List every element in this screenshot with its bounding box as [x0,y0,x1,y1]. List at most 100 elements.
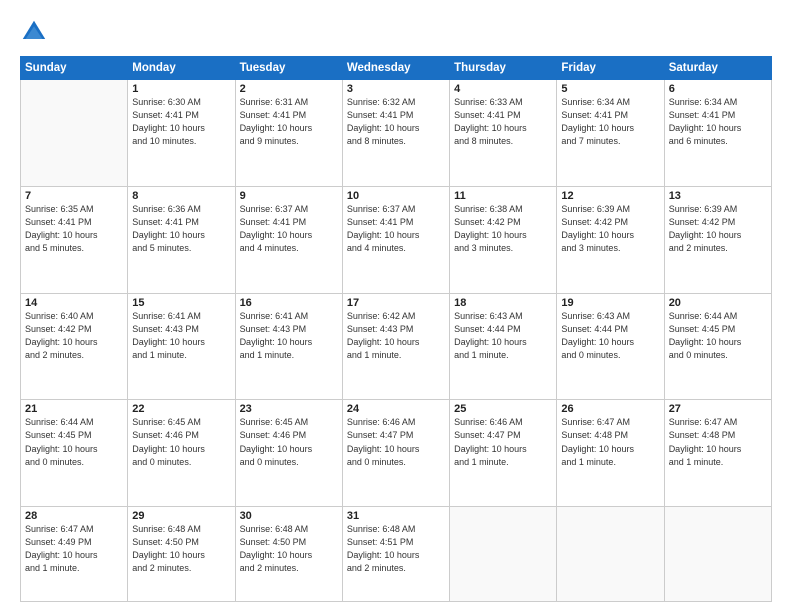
header-row: Sunday Monday Tuesday Wednesday Thursday… [21,57,772,80]
calendar-body: 1Sunrise: 6:30 AMSunset: 4:41 PMDaylight… [21,80,772,602]
calendar-cell: 5Sunrise: 6:34 AMSunset: 4:41 PMDaylight… [557,80,664,187]
calendar-cell: 8Sunrise: 6:36 AMSunset: 4:41 PMDaylight… [128,186,235,293]
col-thursday: Thursday [450,57,557,80]
day-number: 4 [454,83,552,95]
calendar-cell: 7Sunrise: 6:35 AMSunset: 4:41 PMDaylight… [21,186,128,293]
calendar-cell: 15Sunrise: 6:41 AMSunset: 4:43 PMDayligh… [128,293,235,400]
day-info: Sunrise: 6:48 AMSunset: 4:50 PMDaylight:… [240,523,338,575]
day-number: 5 [561,83,659,95]
calendar-cell: 26Sunrise: 6:47 AMSunset: 4:48 PMDayligh… [557,400,664,507]
col-saturday: Saturday [664,57,771,80]
day-info: Sunrise: 6:46 AMSunset: 4:47 PMDaylight:… [347,416,445,468]
calendar-cell: 22Sunrise: 6:45 AMSunset: 4:46 PMDayligh… [128,400,235,507]
calendar-cell: 11Sunrise: 6:38 AMSunset: 4:42 PMDayligh… [450,186,557,293]
day-number: 11 [454,190,552,202]
calendar-cell: 4Sunrise: 6:33 AMSunset: 4:41 PMDaylight… [450,80,557,187]
col-sunday: Sunday [21,57,128,80]
day-number: 18 [454,297,552,309]
day-info: Sunrise: 6:32 AMSunset: 4:41 PMDaylight:… [347,96,445,148]
day-info: Sunrise: 6:37 AMSunset: 4:41 PMDaylight:… [347,203,445,255]
calendar-cell: 31Sunrise: 6:48 AMSunset: 4:51 PMDayligh… [342,507,449,602]
logo-icon [20,18,48,46]
day-info: Sunrise: 6:43 AMSunset: 4:44 PMDaylight:… [454,310,552,362]
logo [20,18,50,46]
day-info: Sunrise: 6:48 AMSunset: 4:50 PMDaylight:… [132,523,230,575]
day-number: 30 [240,510,338,522]
day-number: 22 [132,403,230,415]
page: Sunday Monday Tuesday Wednesday Thursday… [0,0,792,612]
day-info: Sunrise: 6:34 AMSunset: 4:41 PMDaylight:… [561,96,659,148]
calendar-header: Sunday Monday Tuesday Wednesday Thursday… [21,57,772,80]
calendar-cell: 25Sunrise: 6:46 AMSunset: 4:47 PMDayligh… [450,400,557,507]
day-info: Sunrise: 6:44 AMSunset: 4:45 PMDaylight:… [669,310,767,362]
day-number: 10 [347,190,445,202]
calendar-cell: 3Sunrise: 6:32 AMSunset: 4:41 PMDaylight… [342,80,449,187]
day-number: 25 [454,403,552,415]
calendar-cell: 2Sunrise: 6:31 AMSunset: 4:41 PMDaylight… [235,80,342,187]
day-number: 1 [132,83,230,95]
day-number: 15 [132,297,230,309]
day-info: Sunrise: 6:33 AMSunset: 4:41 PMDaylight:… [454,96,552,148]
day-info: Sunrise: 6:47 AMSunset: 4:48 PMDaylight:… [669,416,767,468]
header [20,18,772,46]
day-number: 6 [669,83,767,95]
calendar-cell: 6Sunrise: 6:34 AMSunset: 4:41 PMDaylight… [664,80,771,187]
day-info: Sunrise: 6:47 AMSunset: 4:49 PMDaylight:… [25,523,123,575]
day-info: Sunrise: 6:34 AMSunset: 4:41 PMDaylight:… [669,96,767,148]
day-number: 2 [240,83,338,95]
day-number: 13 [669,190,767,202]
day-number: 29 [132,510,230,522]
day-number: 16 [240,297,338,309]
day-number: 14 [25,297,123,309]
day-info: Sunrise: 6:43 AMSunset: 4:44 PMDaylight:… [561,310,659,362]
day-info: Sunrise: 6:41 AMSunset: 4:43 PMDaylight:… [132,310,230,362]
calendar-cell: 12Sunrise: 6:39 AMSunset: 4:42 PMDayligh… [557,186,664,293]
day-info: Sunrise: 6:39 AMSunset: 4:42 PMDaylight:… [669,203,767,255]
col-tuesday: Tuesday [235,57,342,80]
calendar-cell: 9Sunrise: 6:37 AMSunset: 4:41 PMDaylight… [235,186,342,293]
calendar-cell: 13Sunrise: 6:39 AMSunset: 4:42 PMDayligh… [664,186,771,293]
day-number: 21 [25,403,123,415]
calendar-cell: 16Sunrise: 6:41 AMSunset: 4:43 PMDayligh… [235,293,342,400]
day-number: 17 [347,297,445,309]
day-number: 3 [347,83,445,95]
calendar-cell: 28Sunrise: 6:47 AMSunset: 4:49 PMDayligh… [21,507,128,602]
day-info: Sunrise: 6:40 AMSunset: 4:42 PMDaylight:… [25,310,123,362]
calendar-cell: 14Sunrise: 6:40 AMSunset: 4:42 PMDayligh… [21,293,128,400]
day-number: 26 [561,403,659,415]
calendar-cell: 1Sunrise: 6:30 AMSunset: 4:41 PMDaylight… [128,80,235,187]
day-number: 23 [240,403,338,415]
calendar-cell: 18Sunrise: 6:43 AMSunset: 4:44 PMDayligh… [450,293,557,400]
day-number: 9 [240,190,338,202]
day-info: Sunrise: 6:30 AMSunset: 4:41 PMDaylight:… [132,96,230,148]
day-info: Sunrise: 6:48 AMSunset: 4:51 PMDaylight:… [347,523,445,575]
day-number: 28 [25,510,123,522]
col-wednesday: Wednesday [342,57,449,80]
calendar-cell: 17Sunrise: 6:42 AMSunset: 4:43 PMDayligh… [342,293,449,400]
day-info: Sunrise: 6:39 AMSunset: 4:42 PMDaylight:… [561,203,659,255]
day-info: Sunrise: 6:37 AMSunset: 4:41 PMDaylight:… [240,203,338,255]
calendar-cell [450,507,557,602]
calendar-table: Sunday Monday Tuesday Wednesday Thursday… [20,56,772,602]
calendar-cell [557,507,664,602]
day-number: 19 [561,297,659,309]
day-number: 12 [561,190,659,202]
day-info: Sunrise: 6:35 AMSunset: 4:41 PMDaylight:… [25,203,123,255]
day-info: Sunrise: 6:31 AMSunset: 4:41 PMDaylight:… [240,96,338,148]
calendar-cell: 10Sunrise: 6:37 AMSunset: 4:41 PMDayligh… [342,186,449,293]
day-number: 20 [669,297,767,309]
day-number: 8 [132,190,230,202]
day-info: Sunrise: 6:38 AMSunset: 4:42 PMDaylight:… [454,203,552,255]
calendar-cell: 24Sunrise: 6:46 AMSunset: 4:47 PMDayligh… [342,400,449,507]
day-number: 31 [347,510,445,522]
day-info: Sunrise: 6:45 AMSunset: 4:46 PMDaylight:… [132,416,230,468]
calendar-cell: 27Sunrise: 6:47 AMSunset: 4:48 PMDayligh… [664,400,771,507]
calendar-cell: 30Sunrise: 6:48 AMSunset: 4:50 PMDayligh… [235,507,342,602]
day-number: 24 [347,403,445,415]
day-info: Sunrise: 6:45 AMSunset: 4:46 PMDaylight:… [240,416,338,468]
calendar-cell: 19Sunrise: 6:43 AMSunset: 4:44 PMDayligh… [557,293,664,400]
day-info: Sunrise: 6:36 AMSunset: 4:41 PMDaylight:… [132,203,230,255]
calendar-cell: 29Sunrise: 6:48 AMSunset: 4:50 PMDayligh… [128,507,235,602]
calendar-cell [664,507,771,602]
calendar-cell: 21Sunrise: 6:44 AMSunset: 4:45 PMDayligh… [21,400,128,507]
